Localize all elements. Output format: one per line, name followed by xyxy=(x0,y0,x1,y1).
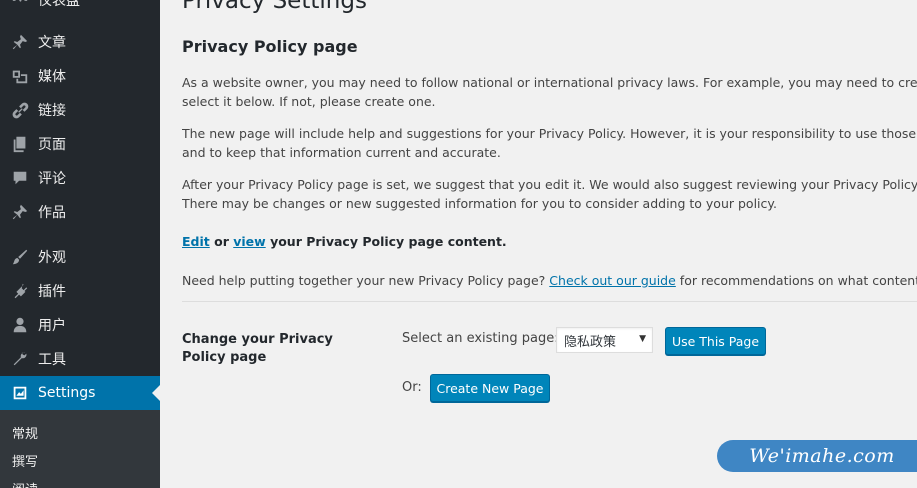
help-rest-text: for recommendations on what content to i… xyxy=(679,273,917,288)
pin-icon xyxy=(0,203,38,221)
plugin-icon xyxy=(0,282,38,300)
or-text: or xyxy=(214,234,229,249)
sidebar-item-label: 媒体 xyxy=(38,69,66,85)
responsibility-paragraph: The new page will include help and sugge… xyxy=(182,124,917,162)
page-title: Privacy Settings xyxy=(182,0,367,14)
sidebar-item-plugins[interactable]: 插件 xyxy=(0,274,160,308)
paragraph-line: and to keep that information current and… xyxy=(182,145,501,160)
selected-page-value: 隐私政策 xyxy=(564,334,617,350)
sidebar-item-users[interactable]: 用户 xyxy=(0,308,160,342)
sidebar-item-label: 文章 xyxy=(38,35,66,51)
edit-link[interactable]: Edit xyxy=(182,234,210,249)
use-this-page-button[interactable]: Use This Page xyxy=(665,327,766,355)
submenu-item-general[interactable]: 常规 xyxy=(12,423,38,442)
admin-sidebar: 仪表盘 文章 媒体 链接 页面 评论 作品 外观 插件 用户 工具 Settin… xyxy=(0,0,160,488)
dashboard-icon xyxy=(0,0,38,9)
paragraph-line: As a website owner, you may need to foll… xyxy=(182,75,917,90)
sidebar-item-posts[interactable]: 文章 xyxy=(0,25,160,59)
divider xyxy=(182,301,917,302)
intro-paragraph: As a website owner, you may need to foll… xyxy=(182,73,917,111)
change-policy-label: Change your Privacy Policy page xyxy=(182,332,333,365)
settings-submenu: 常规 撰写 阅读 xyxy=(0,410,160,488)
sidebar-item-label: 插件 xyxy=(38,284,66,300)
submenu-item-writing[interactable]: 撰写 xyxy=(12,451,38,470)
settings-icon xyxy=(0,384,38,402)
edit-line-text: your Privacy Policy page content. xyxy=(270,234,507,249)
page-select[interactable]: 隐私政策 ▼ xyxy=(556,327,653,353)
watermark-logo: We'imahe.com xyxy=(717,440,917,472)
help-line: Need help putting together your new Priv… xyxy=(182,271,917,290)
sidebar-item-pages[interactable]: 页面 xyxy=(0,127,160,161)
sidebar-item-media[interactable]: 媒体 xyxy=(0,59,160,93)
help-text: Need help putting together your new Priv… xyxy=(182,273,546,288)
sidebar-item-settings[interactable]: Settings xyxy=(0,376,160,410)
paragraph-line: The new page will include help and sugge… xyxy=(182,126,917,141)
submenu-item-reading[interactable]: 阅读 xyxy=(12,479,38,488)
sidebar-item-label: 链接 xyxy=(38,103,66,119)
view-link[interactable]: view xyxy=(233,234,265,249)
sidebar-item-label: 用户 xyxy=(38,318,66,334)
select-page-label: Select an existing page: xyxy=(402,331,559,346)
sidebar-item-label: 页面 xyxy=(38,137,66,153)
sidebar-item-label: 仪表盘 xyxy=(38,0,80,9)
watermark-text: We'imahe.com xyxy=(749,445,895,467)
comment-icon xyxy=(0,169,38,187)
sidebar-item-comments[interactable]: 评论 xyxy=(0,161,160,195)
sidebar-item-label: Settings xyxy=(38,385,96,401)
paragraph-line: select it below. If not, please create o… xyxy=(182,94,436,109)
sidebar-item-label: 外观 xyxy=(38,250,66,266)
sidebar-item-label: 作品 xyxy=(38,205,66,221)
section-title: Privacy Policy page xyxy=(182,37,358,56)
or-label: Or: xyxy=(402,380,422,395)
link-icon xyxy=(0,101,38,119)
user-icon xyxy=(0,316,38,334)
brush-icon xyxy=(0,248,38,266)
guide-link[interactable]: Check out our guide xyxy=(549,273,676,288)
wrench-icon xyxy=(0,350,38,368)
sidebar-item-appearance[interactable]: 外观 xyxy=(0,240,160,274)
main-content: Privacy Settings Privacy Policy page As … xyxy=(182,0,917,488)
sidebar-item-tools[interactable]: 工具 xyxy=(0,342,160,376)
pin-icon xyxy=(0,33,38,51)
sidebar-item-dashboard[interactable]: 仪表盘 xyxy=(0,0,160,17)
sidebar-item-links[interactable]: 链接 xyxy=(0,93,160,127)
sidebar-item-label: 工具 xyxy=(38,352,66,368)
media-icon xyxy=(0,67,38,85)
paragraph-line: There may be changes or new suggested in… xyxy=(182,196,777,211)
page-icon xyxy=(0,135,38,153)
review-paragraph: After your Privacy Policy page is set, w… xyxy=(182,175,917,213)
dropdown-arrow-icon: ▼ xyxy=(639,334,646,344)
paragraph-line: After your Privacy Policy page is set, w… xyxy=(182,177,917,192)
sidebar-item-portfolio[interactable]: 作品 xyxy=(0,195,160,229)
create-new-page-button[interactable]: Create New Page xyxy=(430,374,550,402)
sidebar-item-label: 评论 xyxy=(38,171,66,187)
edit-view-line: Edit or view your Privacy Policy page co… xyxy=(182,232,917,251)
